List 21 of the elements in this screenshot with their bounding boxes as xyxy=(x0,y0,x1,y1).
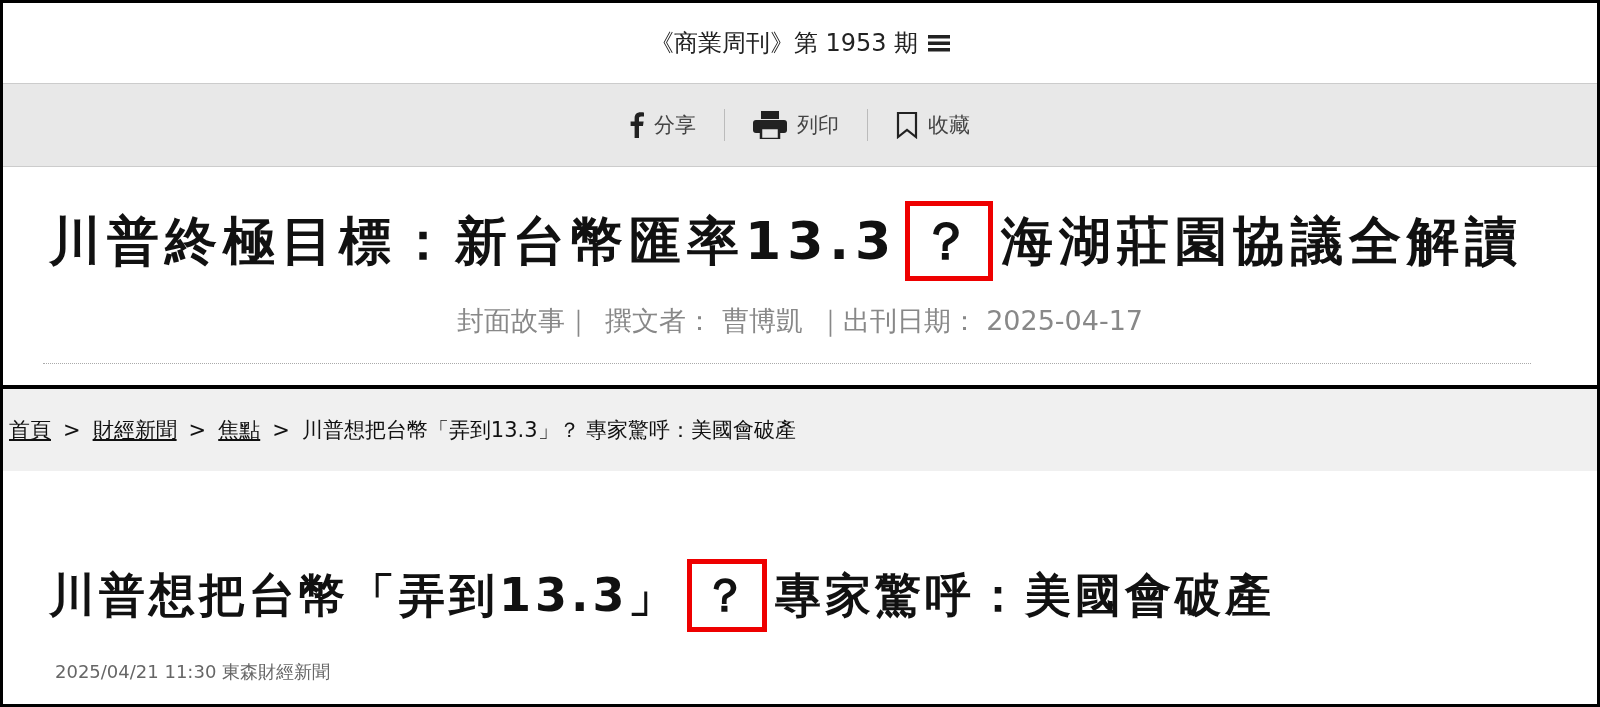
breadcrumb-link[interactable]: 首頁 xyxy=(9,416,51,444)
breadcrumb-text: > xyxy=(63,418,81,442)
breadcrumb-text: 川普想把台幣「弄到13.3」？ 專家驚呼：美國會破產 xyxy=(301,417,797,444)
bookmark-icon xyxy=(896,111,918,139)
breadcrumb-text: > xyxy=(188,418,207,442)
breadcrumb-link[interactable]: 財經新聞 xyxy=(92,416,177,444)
printer-icon xyxy=(753,111,787,139)
meta-text: 撰文者： 曹博凱 xyxy=(604,304,803,339)
facebook-button[interactable]: 分享 xyxy=(630,111,696,139)
meta-text: 封面故事｜ xyxy=(456,304,591,339)
headline: 川普想把台幣「弄到13.3」 ？ 專家驚呼：美國會破產 xyxy=(45,559,1279,633)
facebook-icon xyxy=(630,112,644,138)
byline: 2025/04/21 11:30 東森財經新聞 xyxy=(55,660,332,685)
meta-text: ｜出刊日期： 2025-04-17 xyxy=(816,304,1144,339)
headline: 川普終極目標：新台幣匯率13.3 ？ 海湖莊園協議全解讀 xyxy=(45,201,1528,282)
breadcrumb-text: > xyxy=(272,418,290,442)
menu-icon[interactable] xyxy=(928,34,951,52)
issue-title: 《商業周刊》第 1953 期 xyxy=(649,28,919,59)
breadcrumb-link[interactable]: 焦點 xyxy=(218,416,261,444)
print-button[interactable]: 列印 xyxy=(753,111,839,139)
bookmark-button[interactable]: 收藏 xyxy=(896,111,970,139)
